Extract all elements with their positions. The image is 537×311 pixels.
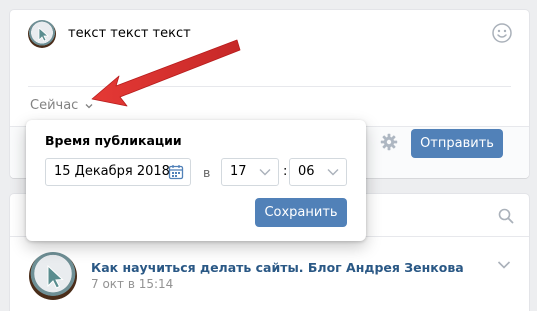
hour-select[interactable]: 17 bbox=[221, 158, 279, 186]
smile-icon[interactable] bbox=[491, 22, 513, 44]
hour-value: 17 bbox=[230, 164, 247, 179]
avatar-cursor-icon bbox=[47, 264, 64, 289]
chevron-down-icon[interactable] bbox=[497, 260, 511, 270]
calendar-icon[interactable] bbox=[168, 164, 184, 180]
composer-divider bbox=[28, 86, 511, 87]
time-separator: : bbox=[283, 164, 288, 179]
publish-time-popup: Время публикации 15 Декабря 2018 в 17 : … bbox=[26, 120, 366, 241]
date-picker-field[interactable]: 15 Декабря 2018 bbox=[45, 158, 191, 186]
composer-text-input[interactable]: текст текст текст bbox=[68, 26, 191, 41]
chevron-down-icon bbox=[259, 169, 271, 176]
chevron-down-icon bbox=[327, 169, 339, 176]
send-button[interactable]: Отправить bbox=[411, 129, 503, 158]
date-value: 15 Декабря 2018 bbox=[54, 164, 170, 179]
post-date[interactable]: 7 окт в 15:14 bbox=[91, 277, 173, 291]
chevron-down-icon bbox=[86, 103, 93, 108]
minute-select[interactable]: 06 bbox=[289, 158, 347, 186]
minute-value: 06 bbox=[298, 164, 315, 179]
post-author-avatar[interactable] bbox=[29, 252, 77, 300]
avatar-cursor-icon bbox=[38, 27, 50, 42]
publish-time-label: Сейчас bbox=[30, 98, 79, 113]
search-icon[interactable] bbox=[498, 208, 514, 224]
composer-avatar[interactable] bbox=[28, 20, 56, 48]
save-button[interactable]: Сохранить bbox=[255, 198, 347, 227]
time-in-label: в bbox=[203, 165, 211, 180]
popup-title: Время публикации bbox=[45, 133, 182, 148]
gear-icon[interactable] bbox=[380, 133, 398, 151]
publish-time-toggle[interactable]: Сейчас bbox=[30, 98, 94, 113]
post-title-link[interactable]: Как научиться делать сайты. Блог Андрея … bbox=[91, 260, 464, 275]
